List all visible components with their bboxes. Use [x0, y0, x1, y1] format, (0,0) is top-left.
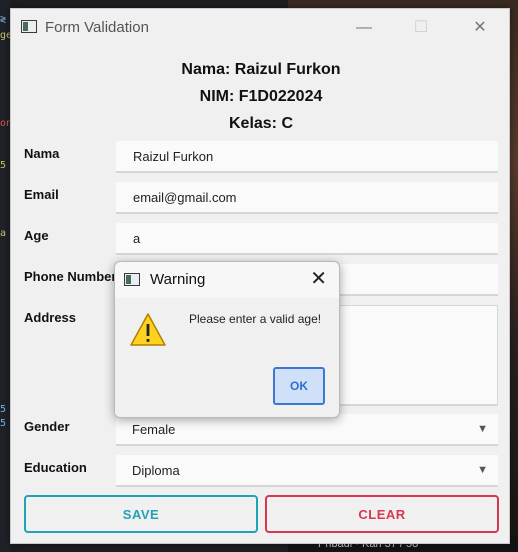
- gender-select[interactable]: Female ▼: [116, 414, 498, 446]
- education-select[interactable]: Diploma ▼: [116, 455, 498, 487]
- gender-label: Gender: [24, 419, 70, 434]
- dialog-title-bar[interactable]: Warning ✕: [115, 262, 339, 298]
- age-input[interactable]: a: [116, 223, 498, 255]
- warning-icon: [130, 313, 166, 346]
- minimize-button[interactable]: —: [342, 13, 386, 43]
- app-icon: [124, 273, 140, 286]
- age-label: Age: [24, 228, 49, 243]
- clear-button[interactable]: CLEAR: [265, 495, 499, 533]
- nama-input[interactable]: Raizul Furkon: [116, 141, 498, 173]
- nama-label: Nama: [24, 146, 60, 161]
- background-editor-strip: [0, 0, 10, 552]
- dialog-title: Warning: [150, 271, 206, 288]
- dialog-close-button[interactable]: ✕: [310, 268, 327, 290]
- background-code-fragment: a: [0, 228, 7, 239]
- chevron-down-icon: ▼: [477, 464, 488, 476]
- education-selected-value: Diploma: [132, 463, 180, 478]
- address-label: Address: [24, 310, 77, 325]
- email-input[interactable]: email@gmail.com: [116, 182, 498, 214]
- phone-number-label: Phone Number: [24, 269, 117, 284]
- background-code-fragment: ≷: [0, 14, 7, 25]
- background-code-fragment: 5: [0, 418, 7, 429]
- education-label: Education: [24, 460, 87, 475]
- email-label: Email: [24, 187, 59, 202]
- window-title: Form Validation: [45, 19, 149, 36]
- maximize-button[interactable]: ☐: [399, 13, 443, 43]
- title-bar[interactable]: Form Validation — ☐ ✕: [11, 9, 509, 47]
- warning-dialog: Warning ✕ Please enter a valid age! OK: [114, 261, 340, 418]
- ok-button[interactable]: OK: [273, 367, 325, 405]
- save-button[interactable]: SAVE: [24, 495, 258, 533]
- app-icon: [21, 20, 37, 33]
- close-button[interactable]: ✕: [458, 13, 502, 43]
- student-name-heading: Nama: Raizul Furkon: [181, 61, 341, 78]
- background-code-fragment: 5: [0, 404, 7, 415]
- dialog-message: Please enter a valid age!: [189, 312, 322, 326]
- gender-selected-value: Female: [132, 422, 176, 437]
- chevron-down-icon: ▼: [477, 423, 488, 435]
- student-nim-heading: NIM: F1D022024: [199, 88, 323, 105]
- student-class-heading: Kelas: C: [228, 115, 294, 132]
